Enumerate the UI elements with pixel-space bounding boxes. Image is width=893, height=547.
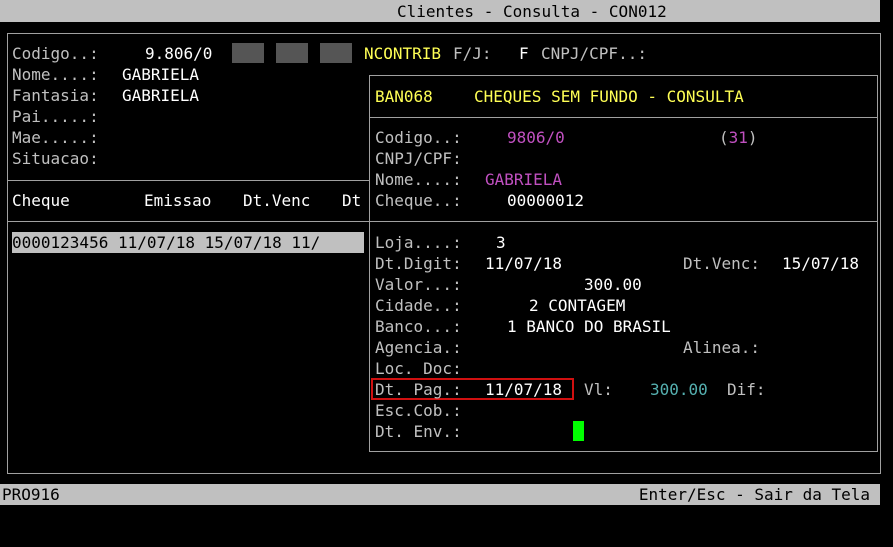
fantasia-label: Fantasia: (12, 86, 99, 105)
codigo-field-block-1[interactable] (232, 43, 264, 63)
ncontrib-label: NCONTRIB (364, 44, 442, 63)
window-title: Clientes - Consulta - CON012 (397, 2, 667, 21)
col-header-dt: Dt (342, 191, 362, 210)
col-header-emissao: Emissao (144, 191, 212, 210)
table-row[interactable]: 0000123456 11/07/18 15/07/18 11/ (12, 232, 364, 253)
banco-value: 1 BANCO DO BRASIL (507, 317, 671, 336)
popup-count-close-paren: ) (747, 128, 758, 147)
loja-value: 3 (496, 233, 506, 252)
popup-section-divider (369, 221, 878, 222)
esccob-label: Esc.Cob.: (375, 401, 462, 420)
col-header-dtvenc: Dt.Venc (243, 191, 311, 210)
pai-label: Pai.....: (12, 107, 99, 126)
status-bar: PRO916 Enter/Esc - Sair da Tela (0, 484, 880, 505)
vl-value: 300.00 (650, 380, 708, 399)
popup-codigo-value: 9806/0 (507, 128, 565, 147)
program-code: PRO916 (2, 485, 60, 504)
popup-count-open-paren: ( (719, 128, 729, 147)
popup-code: BAN068 (375, 87, 433, 106)
exit-hint: Enter/Esc - Sair da Tela (638, 485, 870, 504)
popup-codigo-label: Codigo..: (375, 128, 462, 147)
popup-count-value: 31 (728, 128, 748, 147)
cidade-label: Cidade..: (375, 296, 462, 315)
popup-count: (31) (719, 127, 758, 148)
codigo-field-block-3[interactable] (320, 43, 352, 63)
text-cursor[interactable] (573, 421, 584, 441)
table-header-divider (7, 221, 369, 222)
banco-label: Banco...: (375, 317, 462, 336)
cidade-value: 2 CONTAGEM (529, 296, 626, 315)
dtvenc-value: 15/07/18 (782, 254, 860, 273)
valor-label: Valor...: (375, 275, 462, 294)
fj-value: F (519, 44, 529, 63)
popup-cheque-value: 00000012 (507, 191, 585, 210)
popup-title: CHEQUES SEM FUNDO - CONSULTA (474, 87, 744, 106)
dif-label: Dif: (727, 380, 766, 399)
codigo-field-block-2[interactable] (276, 43, 308, 63)
dtpag-label: Dt. Pag.: (375, 380, 462, 399)
codigo-label: Codigo..: (12, 44, 99, 63)
agencia-label: Agencia.: (375, 338, 462, 357)
dtdigit-value: 11/07/18 (485, 254, 563, 273)
codigo-value: 9.806/0 (145, 44, 213, 63)
popup-nome-value: GABRIELA (485, 170, 563, 189)
table-top-divider (7, 180, 369, 181)
popup-cheque-label: Cheque..: (375, 191, 462, 210)
nome-label: Nome....: (12, 65, 99, 84)
valor-value: 300.00 (584, 275, 642, 294)
mae-label: Mae.....: (12, 128, 99, 147)
popup-nome-label: Nome....: (375, 170, 462, 189)
nome-value: GABRIELA (122, 65, 200, 84)
col-header-cheque: Cheque (12, 191, 70, 210)
situacao-label: Situacao: (12, 149, 99, 168)
vl-label: Vl: (584, 380, 613, 399)
locdoc-label: Loc. Doc: (375, 359, 462, 378)
loja-label: Loja....: (375, 233, 462, 252)
dtdigit-label: Dt.Digit: (375, 254, 462, 273)
alinea-label: Alinea.: (683, 338, 761, 357)
dtpag-value: 11/07/18 (485, 380, 563, 399)
fantasia-value: GABRIELA (122, 86, 200, 105)
dtenv-label: Dt. Env.: (375, 422, 462, 441)
window-title-bar: Clientes - Consulta - CON012 (0, 0, 880, 22)
fj-label: F/J: (453, 44, 492, 63)
popup-cnpj-label: CNPJ/CPF: (375, 149, 462, 168)
cnpj-label: CNPJ/CPF..: (541, 44, 647, 63)
popup-title-divider (369, 117, 878, 118)
dtvenc-label: Dt.Venc: (683, 254, 761, 273)
